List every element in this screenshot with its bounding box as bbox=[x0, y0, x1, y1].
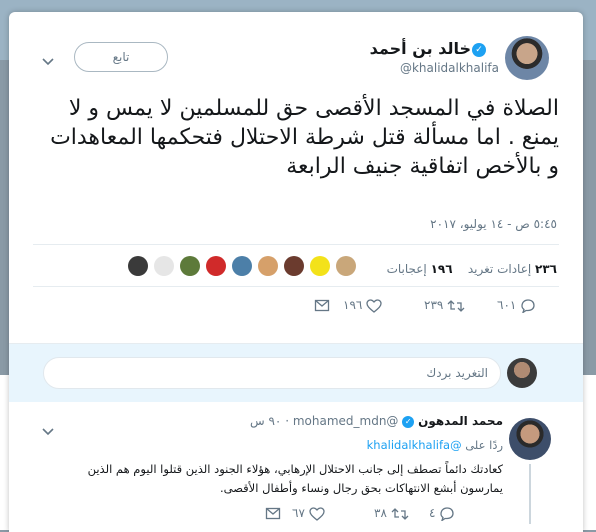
author-name[interactable]: خالد بن أحمد bbox=[370, 39, 471, 58]
liker-avatar[interactable] bbox=[232, 256, 252, 276]
retweet-icon bbox=[391, 507, 409, 520]
divider bbox=[33, 286, 559, 287]
like-action[interactable]: ١٩٦ bbox=[343, 298, 382, 313]
heart-icon bbox=[366, 298, 382, 313]
liker-avatar[interactable] bbox=[206, 256, 226, 276]
tweet-actions: ٦٠١ ٢٣٩ ١٩٦ bbox=[9, 298, 583, 318]
follow-button[interactable]: تابع bbox=[74, 42, 168, 72]
envelope-icon bbox=[265, 507, 281, 520]
chevron-down-icon[interactable] bbox=[41, 422, 55, 436]
liker-avatar[interactable] bbox=[180, 256, 200, 276]
heart-icon bbox=[309, 506, 325, 521]
message-action[interactable] bbox=[314, 298, 330, 312]
retweet-count: ٣٨ bbox=[374, 506, 387, 520]
reply-time[interactable]: ٩٠ س bbox=[250, 414, 281, 428]
retweet-action[interactable]: ٣٨ bbox=[374, 506, 409, 521]
like-count: ٦٧ bbox=[292, 506, 305, 520]
reply-icon bbox=[440, 506, 454, 522]
divider bbox=[33, 244, 559, 245]
likes-count[interactable]: ١٩٦ bbox=[431, 262, 453, 276]
liker-avatar[interactable] bbox=[258, 256, 278, 276]
likes-label[interactable]: إعجابات bbox=[387, 262, 427, 276]
verified-badge-icon: ✓ bbox=[472, 43, 486, 57]
reply-action[interactable]: ٦٠١ bbox=[497, 298, 536, 314]
replying-to: ردًا على @khalidalkhalifa bbox=[367, 438, 503, 452]
verified-badge-icon: ✓ bbox=[402, 415, 415, 428]
author-handle[interactable]: @khalidalkhalifa bbox=[400, 61, 499, 75]
reply-action[interactable]: ٤ bbox=[429, 506, 455, 522]
replying-to-label: ردًا على bbox=[465, 438, 503, 452]
reply-actions: ٤ ٣٨ ٦٧ bbox=[9, 506, 583, 524]
tweet-text: الصلاة في المسجد الأقصى حق للمسلمين لا ي… bbox=[50, 96, 559, 179]
author-avatar[interactable] bbox=[505, 36, 549, 80]
current-user-avatar bbox=[507, 358, 537, 388]
retweet-icon bbox=[447, 299, 465, 312]
envelope-icon bbox=[314, 299, 330, 312]
tweet-timestamp[interactable]: ٥:٤٥ ص - ١٤ يوليو، ٢٠١٧ bbox=[430, 217, 557, 231]
reply-header: محمد المدهون ✓ @mohamed_mdn · ٩٠ س bbox=[250, 414, 503, 428]
like-count: ١٩٦ bbox=[343, 298, 363, 312]
replying-to-handle[interactable]: @khalidalkhalifa bbox=[367, 438, 462, 452]
liker-avatar[interactable] bbox=[154, 256, 174, 276]
liker-avatar[interactable] bbox=[310, 256, 330, 276]
reply-author-avatar[interactable] bbox=[509, 418, 551, 460]
reply-author-handle[interactable]: @mohamed_mdn bbox=[293, 414, 399, 428]
tweet-stats: ٢٣٦ إعادات تغريد ١٩٦ إعجابات bbox=[387, 262, 557, 276]
reply-text: كعادتك دائماً تصطف إلى جانب الاحتلال الإ… bbox=[87, 462, 503, 495]
retweets-count[interactable]: ٢٣٦ bbox=[535, 262, 557, 276]
reply-icon bbox=[521, 298, 535, 314]
liker-avatar[interactable] bbox=[128, 256, 148, 276]
reply-author-name[interactable]: محمد المدهون bbox=[418, 414, 503, 428]
tweet-modal: خالد بن أحمد ✓ @khalidalkhalifa تابع الص… bbox=[9, 12, 583, 532]
like-action[interactable]: ٦٧ bbox=[292, 506, 325, 521]
retweet-action[interactable]: ٢٣٩ bbox=[424, 298, 465, 313]
liker-avatar[interactable] bbox=[284, 256, 304, 276]
reply-input[interactable]: التغريد بردك bbox=[43, 357, 501, 389]
retweets-label[interactable]: إعادات تغريد bbox=[468, 262, 531, 276]
liker-avatar[interactable] bbox=[336, 256, 356, 276]
message-action[interactable] bbox=[265, 506, 281, 520]
retweet-count: ٢٣٩ bbox=[424, 298, 444, 312]
chevron-down-icon[interactable] bbox=[41, 52, 55, 66]
reply-count: ٤ bbox=[429, 506, 436, 520]
reply-count: ٦٠١ bbox=[497, 298, 517, 312]
